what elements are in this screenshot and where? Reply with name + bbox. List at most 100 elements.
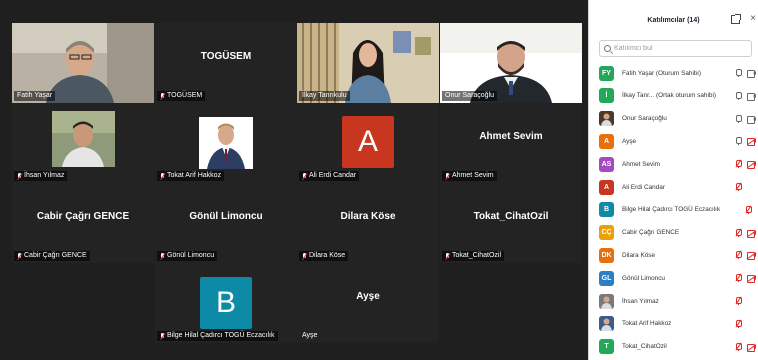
participant-name: İhsan Yılmaz — [622, 297, 659, 305]
video-tile-ayse[interactable]: Ayşe Ayşe — [297, 263, 439, 343]
panel-header: Katılımcılar (14) × — [589, 0, 758, 38]
participant-display-name: Cabir Çağrı GENCE — [36, 211, 130, 222]
search-input[interactable] — [614, 45, 734, 52]
video-off-icon[interactable] — [747, 229, 757, 238]
participants-panel: Katılımcılar (14) × FY Fatih Yaşar (Oturu… — [588, 0, 758, 360]
muted-mic-icon — [160, 332, 165, 340]
participant-row[interactable]: DK Dilara Köse — [589, 244, 758, 266]
mic-muted-icon[interactable] — [735, 319, 742, 328]
avatar — [599, 316, 614, 332]
video-off-icon[interactable] — [747, 161, 757, 170]
avatar: İ — [599, 88, 614, 104]
mic-muted-icon[interactable] — [735, 182, 742, 191]
video-tile-gonul-limoncu[interactable]: Gönül Limoncu Gönül Limoncu — [155, 183, 297, 263]
participant-name-label: Cabir Çağrı GENCE — [14, 251, 90, 261]
avatar: A — [599, 179, 614, 195]
video-tile-tokat-arif-hakkoz[interactable]: Tokat Arif Hakkoz — [155, 103, 297, 183]
participant-name: Tokat_CihatOzil — [622, 343, 667, 351]
profile-photo — [199, 117, 253, 169]
video-tile-ali-erdi-candar[interactable]: A Ali Erdi Candar — [297, 103, 439, 183]
participant-name-label: Ahmet Sevim — [442, 171, 497, 181]
video-tile-fatih-yasar[interactable]: Fatih Yaşar — [12, 23, 154, 103]
participant-row[interactable]: Onur Saraçoğlu — [589, 108, 758, 130]
participant-name-label: Ayşe — [302, 332, 318, 339]
mic-muted-icon[interactable] — [735, 342, 742, 351]
mic-icon[interactable] — [736, 137, 742, 146]
participant-name: Tokat Arif Hakkoz — [622, 320, 672, 328]
search-icon — [604, 45, 611, 52]
participant-row[interactable]: FY Fatih Yaşar (Oturum Sahibi) — [589, 62, 758, 84]
participant-name: Ali Erdi Candar — [622, 183, 665, 191]
muted-mic-icon — [17, 252, 22, 260]
participant-name-label: Tokat_CihatOzil — [442, 251, 505, 261]
participant-row[interactable]: A Ayşe — [589, 130, 758, 152]
participant-display-name: TOGÜSEM — [200, 51, 252, 62]
participant-row[interactable]: Tokat Arif Hakkoz — [589, 313, 758, 335]
video-off-icon[interactable] — [747, 138, 757, 147]
participant-name-label: Fatih Yaşar — [14, 91, 56, 101]
participant-name-label: Dilara Köse — [299, 251, 349, 261]
participant-row[interactable]: İ İlkay Tanr... (Ortak oturum sahibi) — [589, 85, 758, 107]
participant-name-label: Onur Saraçoğlu — [442, 91, 498, 101]
participant-name-label: İlkay Tanrıkulu — [299, 91, 350, 101]
muted-mic-icon — [445, 172, 450, 180]
mic-muted-icon[interactable] — [735, 296, 742, 305]
video-off-icon[interactable] — [747, 252, 757, 261]
video-icon[interactable] — [747, 70, 756, 78]
avatar: B — [599, 202, 614, 218]
video-tile-onur-saracoglu[interactable]: Onur Saraçoğlu — [440, 23, 582, 103]
video-icon[interactable] — [747, 115, 756, 124]
participant-row[interactable]: CÇ Cabir Çağrı GENCE — [589, 222, 758, 244]
avatar: CÇ — [599, 225, 614, 241]
video-tile-bilge-hilal-cadirci[interactable]: B Bilge Hilal Çadırcı TOGÜ Eczacılık — [155, 263, 297, 343]
mic-icon[interactable] — [736, 91, 742, 100]
meeting-window: Fatih Yaşar TOGÜSEM TOGÜSEM İlkay Tanrık… — [0, 0, 758, 360]
participant-name: Bilge Hilal Çadırcı TOGÜ Eczacılık — [622, 206, 721, 214]
video-tile-dilara-kose[interactable]: Dilara Köse Dilara Köse — [297, 183, 439, 263]
participant-row[interactable]: İhsan Yılmaz — [589, 290, 758, 312]
video-icon[interactable] — [747, 92, 756, 101]
avatar: B — [200, 277, 252, 329]
video-off-icon[interactable] — [747, 275, 757, 284]
mic-icon[interactable] — [736, 69, 742, 77]
participant-name: İlkay Tanr... (Ortak oturum sahibi) — [622, 92, 716, 100]
avatar: A — [599, 133, 614, 149]
mic-muted-icon[interactable] — [745, 205, 752, 214]
participant-search[interactable] — [599, 40, 752, 57]
participant-name: Dilara Köse — [622, 251, 656, 259]
participant-row[interactable]: A Ali Erdi Candar — [589, 176, 758, 198]
avatar: FY — [599, 65, 614, 81]
mic-muted-icon[interactable] — [735, 228, 742, 237]
participant-name: Ayşe — [622, 137, 637, 145]
participant-name: Ahmet Sevim — [622, 160, 661, 168]
video-tile-cabir-cagri-gence[interactable]: Cabir Çağrı GENCE Cabir Çağrı GENCE — [12, 183, 154, 263]
video-tile-tokat-cihatozil[interactable]: Tokat_CihatOzil Tokat_CihatOzil — [440, 183, 582, 263]
popout-icon[interactable] — [731, 14, 741, 24]
video-tile-ilkay-tanrikulu[interactable]: İlkay Tanrıkulu — [297, 23, 439, 103]
video-gallery: Fatih Yaşar TOGÜSEM TOGÜSEM İlkay Tanrık… — [0, 0, 588, 360]
mic-muted-icon[interactable] — [735, 273, 742, 283]
video-off-icon[interactable] — [747, 343, 757, 352]
mic-muted-icon[interactable] — [735, 250, 742, 260]
avatar: AS — [599, 156, 614, 172]
video-tile-togusem[interactable]: TOGÜSEM TOGÜSEM — [155, 23, 297, 103]
participant-name-label: Ali Erdi Candar — [299, 171, 360, 181]
video-tile-ihsan-yilmaz[interactable]: İhsan Yılmaz — [12, 103, 154, 183]
video-tile-ahmet-sevim[interactable]: Ahmet Sevim Ahmet Sevim — [440, 103, 582, 183]
participant-row[interactable]: B Bilge Hilal Çadırcı TOGÜ Eczacılık — [589, 199, 758, 221]
participant-name: Onur Saraçoğlu — [622, 115, 667, 123]
close-icon[interactable]: × — [750, 14, 756, 24]
participant-name: Fatih Yaşar (Oturum Sahibi) — [622, 69, 701, 77]
mic-icon[interactable] — [736, 114, 742, 123]
participant-row[interactable]: GL Gönül Limoncu — [589, 267, 758, 289]
avatar: GL — [599, 270, 614, 286]
mic-muted-icon[interactable] — [735, 159, 742, 169]
participant-row[interactable]: AS Ahmet Sevim — [589, 153, 758, 175]
participant-name-label: İhsan Yılmaz — [14, 171, 68, 181]
participant-display-name: Ahmet Sevim — [479, 131, 543, 142]
participant-display-name: Ayşe — [356, 291, 380, 302]
participant-name-label: Gönül Limoncu — [157, 251, 218, 261]
participant-row[interactable]: T Tokat_CihatOzil — [589, 336, 758, 358]
participant-name-label: Bilge Hilal Çadırcı TOGÜ Eczacılık — [157, 331, 278, 341]
muted-mic-icon — [445, 252, 450, 260]
